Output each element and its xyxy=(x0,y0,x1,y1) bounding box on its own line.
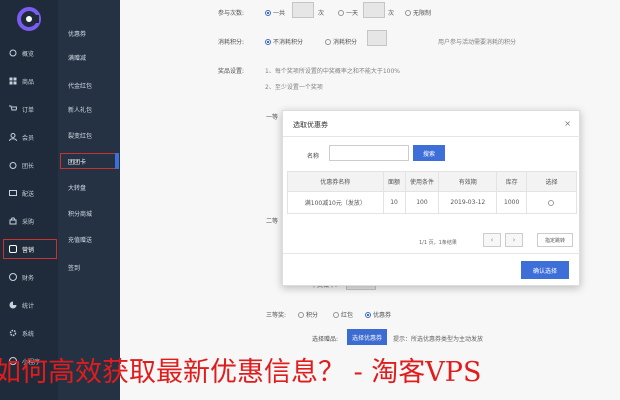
column-header: 优惠券名称 xyxy=(287,171,384,192)
flag-icon xyxy=(8,160,18,170)
confirm-selection-button[interactable]: 确认选择 xyxy=(521,261,569,279)
sidebar-item-goods[interactable]: 商品 xyxy=(4,72,56,90)
submenu-item-full-gift[interactable]: 满赠减 xyxy=(68,50,118,64)
active-indicator xyxy=(115,153,119,169)
bag-icon xyxy=(8,216,18,226)
sidebar-item-members[interactable]: 会员 xyxy=(4,128,56,146)
grid-icon xyxy=(8,76,18,86)
gear-icon xyxy=(8,328,18,338)
submenu-item-voucher[interactable]: 代金红包 xyxy=(68,78,118,92)
submenu-item-wheel[interactable]: 大转盘 xyxy=(68,180,118,194)
table-header-row: 优惠券名称 面额 使用条件 有效期 库存 选择 xyxy=(287,171,577,192)
sidebar-item-delivery[interactable]: 配送 xyxy=(4,184,56,202)
sidebar-item-system[interactable]: 系统 xyxy=(4,324,56,342)
jump-page-button[interactable]: 指定跳转 xyxy=(537,233,573,247)
submenu-item-newcomer-gift[interactable]: 新人礼包 xyxy=(68,102,118,116)
dialog-title: 选取优惠券 xyxy=(293,121,328,129)
cart-icon xyxy=(8,104,18,114)
submenu-item-fission-packet[interactable]: 裂变红包 xyxy=(68,128,118,142)
sidebar-item-label: 营销 xyxy=(22,246,35,254)
sidebar-item-label: 系统 xyxy=(22,330,35,338)
validity-cell: 2019-03-12 xyxy=(438,191,498,214)
submenu-item-points-mall[interactable]: 积分商城 xyxy=(68,206,118,220)
submenu-item-checkin[interactable]: 签到 xyxy=(68,260,118,274)
sidebar-item-stats[interactable]: 统计 xyxy=(4,296,56,314)
coupon-name-cell: 满100减10元（发放） xyxy=(287,191,384,214)
close-icon[interactable]: × xyxy=(564,119,571,128)
submenu-item-group-card[interactable]: 团团卡 xyxy=(60,153,116,169)
prev-page-button[interactable]: ‹ xyxy=(483,233,501,247)
logo-icon xyxy=(17,7,41,31)
select-coupon-dialog: 选取优惠券 × 名称 搜索 优惠券名称 面额 使用条件 有效期 库存 选择 满1… xyxy=(282,110,581,286)
column-header: 使用条件 xyxy=(404,171,440,192)
pagination-info: 1/1 页，1条结果 xyxy=(419,240,457,246)
coupon-name-input[interactable] xyxy=(329,145,409,161)
marketing-submenu: 优惠券 满赠减 代金红包 新人礼包 裂变红包 团团卡 大转盘 积分商城 充值赠送… xyxy=(58,0,120,400)
sidebar-item-overview[interactable]: 概览 xyxy=(4,44,56,62)
sidebar-item-orders[interactable]: 订单 xyxy=(4,100,56,118)
sidebar-item-purchase[interactable]: 采购 xyxy=(4,212,56,230)
sidebar-item-label: 会员 xyxy=(22,134,35,142)
column-header: 库存 xyxy=(496,171,528,192)
sidebar-item-label: 订单 xyxy=(22,106,35,114)
truck-icon xyxy=(8,188,18,198)
sidebar-item-label: 团长 xyxy=(22,162,35,170)
megaphone-icon xyxy=(8,244,18,254)
home-icon xyxy=(8,48,18,58)
select-radio-icon[interactable] xyxy=(547,199,554,206)
sidebar-item-marketing[interactable]: 营销 xyxy=(3,239,57,259)
sidebar-item-label: 概览 xyxy=(22,50,35,58)
column-header: 选择 xyxy=(526,171,577,192)
select-cell[interactable] xyxy=(526,191,577,214)
app-window: 概览 商品 订单 会员 团长 配送 采购 营销 财务 统计 系统 小程序 优惠券… xyxy=(0,0,620,400)
coupon-table: 优惠券名称 面额 使用条件 有效期 库存 选择 满100减10元（发放） 10 … xyxy=(287,171,577,214)
column-header: 面额 xyxy=(382,171,406,192)
primary-sidebar: 概览 商品 订单 会员 团长 配送 采购 营销 财务 统计 系统 小程序 xyxy=(0,0,58,400)
sidebar-item-label: 财务 xyxy=(22,274,35,282)
next-page-button[interactable]: › xyxy=(505,233,523,247)
submenu-item-recharge-gift[interactable]: 充值赠送 xyxy=(68,232,118,246)
name-label: 名称 xyxy=(307,153,320,160)
sidebar-item-label: 商品 xyxy=(22,78,35,86)
coin-icon xyxy=(8,272,18,282)
dialog-footer-divider xyxy=(283,253,581,254)
sidebar-item-label: 配送 xyxy=(22,190,35,198)
user-icon xyxy=(8,132,18,142)
sidebar-item-finance[interactable]: 财务 xyxy=(4,268,56,286)
search-button[interactable]: 搜索 xyxy=(413,145,445,161)
stock-cell: 1000 xyxy=(496,191,528,214)
sidebar-item-label: 统计 xyxy=(22,302,35,310)
dialog-header: 选取优惠券 × xyxy=(283,111,581,137)
column-header: 有效期 xyxy=(438,171,498,192)
table-row[interactable]: 满100减10元（发放） 10 100 2019-03-12 1000 xyxy=(287,191,577,214)
sidebar-item-label: 采购 xyxy=(22,218,35,226)
sidebar-item-leaders[interactable]: 团长 xyxy=(4,156,56,174)
condition-cell: 100 xyxy=(404,191,440,214)
face-value-cell: 10 xyxy=(382,191,406,214)
chart-icon xyxy=(8,300,18,310)
submenu-item-coupon[interactable]: 优惠券 xyxy=(68,26,118,40)
watermark-caption: 如何高效获取最新优惠信息？ - 淘客VPS xyxy=(0,357,482,388)
